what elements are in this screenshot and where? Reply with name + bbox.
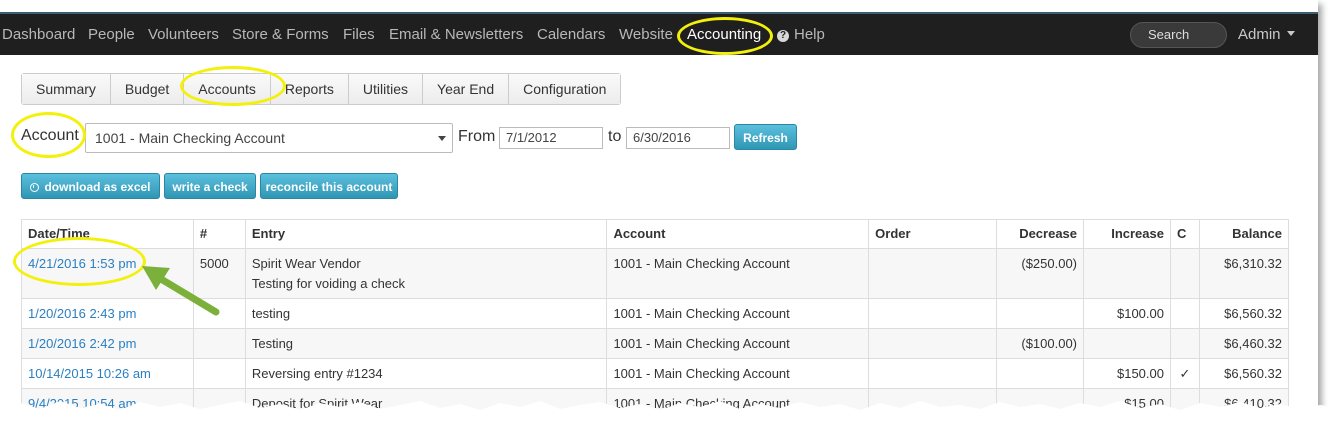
decrease-cell (996, 358, 1085, 389)
tab-reports[interactable]: Reports (270, 74, 349, 104)
account-cell: 1001 - Main Checking Account (606, 248, 870, 299)
torn-edge (0, 401, 1336, 435)
col-decrease-header[interactable]: Decrease (996, 219, 1085, 249)
order-cell (868, 358, 998, 389)
account-cell: 1001 - Main Checking Account (606, 358, 870, 389)
tab-accounts[interactable]: Accounts (184, 74, 271, 104)
nav-accounting[interactable]: Accounting (687, 14, 761, 55)
col-cleared-header[interactable]: C (1169, 219, 1200, 249)
cleared-cell (1169, 298, 1200, 329)
account-cell: 1001 - Main Checking Account (606, 328, 870, 359)
table-header-row: Date/Time # Entry Account Order Decrease… (21, 219, 1290, 249)
entry-text: Reversing entry #1234 (244, 358, 608, 389)
to-label: to (608, 128, 622, 145)
download-excel-button[interactable]: download as excel (21, 173, 160, 199)
account-label: Account (21, 127, 79, 144)
date-link[interactable]: 1/20/2016 2:42 pm (21, 328, 194, 359)
account-cell: 1001 - Main Checking Account (606, 298, 870, 329)
nav-website[interactable]: Website (619, 14, 673, 55)
table-row: 10/14/2015 10:26 am Reversing entry #123… (21, 358, 1290, 389)
table-row: 1/20/2016 2:42 pm Testing 1001 - Main Ch… (21, 328, 1290, 359)
nav-files[interactable]: Files (343, 14, 375, 55)
balance-cell: $6,560.32 (1198, 358, 1290, 389)
nav-people[interactable]: People (88, 14, 135, 55)
balance-cell: $6,310.32 (1198, 248, 1290, 299)
cleared-checkmark[interactable]: ✓ (1169, 358, 1200, 389)
increase-cell: $100.00 (1083, 298, 1171, 329)
search-input[interactable]: Search (1130, 22, 1227, 48)
col-number-header[interactable]: # (192, 219, 246, 249)
entry-text: Spirit Wear Vendor (251, 256, 361, 271)
order-cell (868, 248, 998, 299)
reconcile-account-button[interactable]: reconcile this account (260, 173, 398, 199)
nav-help[interactable]: ? Help (777, 14, 825, 55)
from-date-input[interactable]: 7/1/2012 (499, 127, 603, 149)
dropdown-arrow-icon (438, 136, 446, 141)
admin-menu[interactable]: Admin (1238, 14, 1295, 55)
col-increase-header[interactable]: Increase (1083, 219, 1171, 249)
admin-label: Admin (1238, 26, 1281, 43)
increase-cell (1083, 328, 1171, 359)
nav-volunteers[interactable]: Volunteers (148, 14, 219, 55)
check-number (192, 358, 246, 389)
entry-text: testing (244, 298, 608, 329)
order-cell (868, 298, 998, 329)
top-border (0, 0, 1318, 14)
entry-cell: Spirit Wear Vendor Testing for voiding a … (244, 248, 608, 299)
increase-cell (1083, 248, 1171, 299)
decrease-cell: ($250.00) (996, 248, 1085, 299)
nav-dashboard[interactable]: Dashboard (2, 14, 75, 55)
nav-email-newsletters[interactable]: Email & Newsletters (389, 14, 523, 55)
nav-store-forms[interactable]: Store & Forms (232, 14, 329, 55)
entry-text: Testing (244, 328, 608, 359)
account-select-value: 1001 - Main Checking Account (95, 130, 285, 146)
col-balance-header[interactable]: Balance (1198, 219, 1290, 249)
main-navbar: Dashboard People Volunteers Store & Form… (0, 14, 1318, 55)
order-cell (868, 328, 998, 359)
refresh-button[interactable]: Refresh (734, 124, 797, 150)
help-icon: ? (777, 30, 789, 42)
increase-cell: $150.00 (1083, 358, 1171, 389)
balance-cell: $6,560.32 (1198, 298, 1290, 329)
col-order-header[interactable]: Order (868, 219, 998, 249)
entry-memo: Testing for voiding a check (251, 276, 406, 291)
tab-budget[interactable]: Budget (110, 74, 185, 104)
cleared-cell (1169, 248, 1200, 299)
date-link[interactable]: 10/14/2015 10:26 am (21, 358, 194, 389)
col-date-header[interactable]: Date/Time (21, 219, 194, 249)
nav-help-label: Help (794, 26, 825, 43)
download-label: download as excel (44, 180, 151, 194)
to-date-input[interactable]: 6/30/2016 (626, 127, 730, 149)
app-window: Dashboard People Volunteers Store & Form… (0, 0, 1318, 412)
write-check-button[interactable]: write a check (164, 173, 256, 199)
download-icon (30, 183, 40, 192)
nav-calendars[interactable]: Calendars (537, 14, 605, 55)
decrease-cell: ($100.00) (996, 328, 1085, 359)
check-number (192, 328, 246, 359)
decrease-cell (996, 298, 1085, 329)
accounting-subtabs: Summary Budget Accounts Reports Utilitie… (21, 73, 622, 105)
col-entry-header[interactable]: Entry (244, 219, 608, 249)
balance-cell: $6,460.32 (1198, 328, 1290, 359)
tab-summary[interactable]: Summary (22, 74, 111, 104)
account-select[interactable]: 1001 - Main Checking Account (85, 123, 453, 153)
tab-utilities[interactable]: Utilities (348, 74, 424, 104)
cleared-cell (1169, 328, 1200, 359)
tab-configuration[interactable]: Configuration (509, 74, 621, 104)
tab-year-end[interactable]: Year End (423, 74, 510, 104)
chevron-down-icon (1286, 31, 1295, 36)
green-arrow-icon (142, 266, 220, 316)
col-account-header[interactable]: Account (606, 219, 870, 249)
from-label: From (458, 128, 496, 145)
